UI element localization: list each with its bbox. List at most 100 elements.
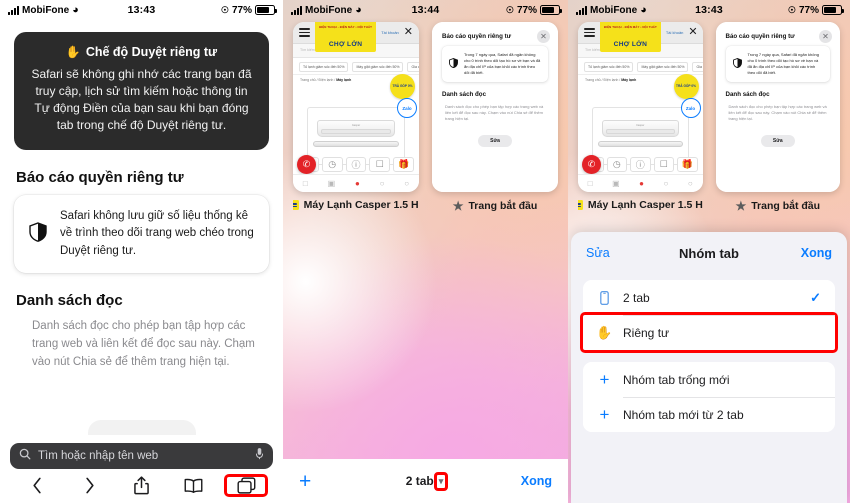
private-start-content: ✋ Chế độ Duyệt riêng tư Safari sẽ không …: [0, 32, 283, 371]
privacy-report-heading: Báo cáo quyền riêng tư: [725, 33, 795, 40]
nav-location-icon[interactable]: ●: [639, 179, 644, 188]
promo-chip[interactable]: Tủ lạnh giảm sốc đến 50%: [299, 62, 349, 72]
status-bar-panel1: MobiFone ◕ 13:43 ☉ 77%: [0, 0, 283, 20]
compare-icon[interactable]: ☐: [369, 157, 391, 172]
promo-chip-row: Tủ lạnh giảm sốc đến 50% Máy giặt giảm s…: [293, 58, 419, 75]
reading-list-heading: Danh sách đọc: [725, 91, 770, 98]
tab-title-row: Máy Lạnh Casper 1.5 H...: [578, 199, 703, 211]
list-item-new-group-from-tabs[interactable]: + Nhóm tab mới từ 2 tab: [583, 397, 835, 432]
list-item-2-tab[interactable]: 2 tab ✓: [583, 280, 835, 315]
nav-cart-icon[interactable]: ○: [380, 179, 385, 188]
account-label[interactable]: Tài khoản: [666, 30, 684, 35]
list-item-label: 2 tab: [623, 290, 650, 305]
nav-user-icon[interactable]: ○: [688, 179, 693, 188]
private-browsing-card: ✋ Chế độ Duyệt riêng tư Safari sẽ không …: [14, 32, 269, 151]
hamburger-menu-icon[interactable]: [584, 28, 595, 37]
tab-card-website[interactable]: ĐIỆN THOẠI - ĐIỆN MÁY • NỘI THẤT CHỢ LỚN…: [293, 22, 419, 192]
tab-card-website[interactable]: ĐIỆN THOẠI - ĐIỆN MÁY • NỘI THẤT CHỢ LỚN…: [578, 22, 703, 192]
tab-count-control[interactable]: 2 tab ▾: [283, 471, 568, 491]
promo-chip[interactable]: Máy giặt giảm sốc đến 50%: [637, 62, 689, 72]
list-item-private[interactable]: ✋ Riêng tư: [580, 312, 838, 353]
reading-list-heading: Danh sách đọc: [16, 291, 123, 309]
panel-tab-switcher: MobiFone ◕ 13:44 ☉ 77% ĐIỆN THOẠI - ĐIỆN…: [283, 0, 568, 503]
start-page-content: ✕ Báo cáo quyền riêng tư Trong 7 ngày qu…: [432, 22, 558, 192]
info-icon[interactable]: ⓘ: [630, 157, 651, 172]
tabs-icon[interactable]: [224, 474, 268, 497]
hand-raised-icon: ✋: [596, 324, 613, 340]
promo-chip[interactable]: Máy giặt giảm sốc đến 50%: [352, 62, 404, 72]
list-item-label: Riêng tư: [623, 325, 670, 340]
gift-icon[interactable]: 🎁: [393, 157, 414, 172]
tab-cell[interactable]: ✕ Báo cáo quyền riêng tư Trong 7 ngày qu…: [715, 22, 840, 213]
tab-title-row: Máy Lạnh Casper 1.5 H...: [293, 199, 419, 211]
nav-home-icon[interactable]: □: [303, 179, 308, 188]
nav-grid-icon[interactable]: ▣: [612, 179, 620, 188]
compare-icon[interactable]: ☐: [653, 157, 674, 172]
panel-tab-group-sheet: MobiFone ◕ 13:43 ☉ 77% ĐIỆN THOẠI - ĐIỆN…: [568, 0, 850, 503]
done-button[interactable]: Xong: [801, 246, 832, 260]
shield-half-icon: [29, 221, 47, 247]
star-icon: ★: [452, 199, 464, 213]
zalo-chat-icon[interactable]: Zalo: [680, 98, 701, 118]
promo-chip[interactable]: Tủ lạnh giảm sốc đến 50%: [584, 62, 634, 72]
call-hotline-icon[interactable]: ✆: [297, 155, 316, 174]
installment-badge[interactable]: TRẢ GÓP 0%: [390, 74, 415, 99]
checkmark-icon: ✓: [810, 289, 821, 305]
promo-chip[interactable]: Gia d: [407, 62, 419, 72]
tab-cell[interactable]: ✕ Báo cáo quyền riêng tư Trong 7 ngày qu…: [432, 22, 558, 213]
zalo-chat-icon[interactable]: Zalo: [397, 98, 417, 118]
tab-card-start-page[interactable]: ✕ Báo cáo quyền riêng tư Trong 7 ngày qu…: [715, 22, 840, 192]
tab-cell[interactable]: ĐIỆN THOẠI - ĐIỆN MÁY • NỘI THẤT CHỢ LỚN…: [578, 22, 703, 213]
iphone-icon: [597, 290, 612, 305]
cholon-logo-icon: ĐIỆN THOẠI - ĐIỆN MÁY • NỘI THẤT CHỢ LỚN: [600, 22, 661, 52]
microphone-icon[interactable]: [255, 447, 264, 465]
info-icon[interactable]: ⓘ: [345, 157, 367, 172]
nav-home-icon[interactable]: □: [588, 179, 593, 188]
shield-half-icon: [449, 55, 458, 73]
search-input[interactable]: Tìm hoặc nhập tên web: [10, 443, 273, 469]
close-x-icon[interactable]: ✕: [688, 27, 697, 38]
installment-badge[interactable]: TRẢ GÓP 0%: [673, 74, 699, 99]
share-icon[interactable]: [123, 476, 161, 495]
location-arrow-icon: ☉: [505, 4, 514, 15]
privacy-report-card: Safari không lưu giữ số liệu thống kê về…: [14, 195, 269, 273]
clock-icon[interactable]: ◷: [606, 157, 627, 172]
nav-grid-icon[interactable]: ▣: [328, 179, 336, 188]
location-arrow-icon: ☉: [787, 4, 796, 15]
browser-toolbar: [10, 469, 273, 497]
tab-grid: ĐIỆN THOẠI - ĐIỆN MÁY • NỘI THẤT CHỢ LỚN…: [283, 22, 568, 213]
cholon-logo-icon: [578, 200, 583, 210]
clock-icon[interactable]: ◷: [321, 157, 343, 172]
screenshot-root: MobiFone ◕ 13:43 ☉ 77% ✋ Chế độ Duyệt ri…: [0, 0, 850, 503]
logo-main: CHỢ LỚN: [328, 40, 363, 48]
edit-button[interactable]: Sửa: [478, 134, 512, 147]
tab-card-start-page[interactable]: ✕ Báo cáo quyền riêng tư Trong 7 ngày qu…: [432, 22, 558, 192]
hamburger-menu-icon[interactable]: [299, 28, 310, 37]
battery-percent-label: 77%: [231, 4, 252, 16]
product-brand-label: Casper: [351, 124, 361, 127]
close-x-icon[interactable]: ✕: [537, 30, 550, 43]
call-hotline-icon[interactable]: ✆: [582, 155, 601, 174]
search-icon: [19, 447, 31, 465]
close-x-icon[interactable]: ✕: [404, 27, 413, 38]
private-browsing-title: Chế độ Duyệt riêng tư: [85, 45, 218, 59]
tab-cell[interactable]: ĐIỆN THOẠI - ĐIỆN MÁY • NỘI THẤT CHỢ LỚN…: [293, 22, 419, 213]
gift-icon[interactable]: 🎁: [677, 157, 698, 172]
star-icon: ★: [735, 199, 747, 213]
chevron-down-icon[interactable]: ▾: [433, 471, 449, 491]
tab-title-row: ★ Trang bắt đầu: [432, 199, 558, 213]
promo-chip[interactable]: Gia d: [692, 62, 703, 72]
nav-location-icon[interactable]: ●: [355, 179, 360, 188]
bookmarks-book-icon[interactable]: [175, 478, 213, 493]
back-chevron-icon[interactable]: [18, 477, 56, 494]
account-label[interactable]: Tài khoản: [381, 30, 399, 35]
edit-button[interactable]: Sửa: [760, 134, 795, 147]
nav-user-icon[interactable]: ○: [404, 179, 409, 188]
nav-cart-icon[interactable]: ○: [664, 179, 669, 188]
privacy-report-body: Trong 7 ngày qua, Safari đã ngăn không c…: [464, 52, 541, 75]
list-item-label: Nhóm tab trống mới: [623, 372, 730, 387]
close-x-icon[interactable]: ✕: [819, 30, 832, 43]
private-browsing-title-row: ✋ Chế độ Duyệt riêng tư: [28, 45, 255, 59]
forward-chevron-icon[interactable]: [70, 477, 108, 494]
list-item-new-empty-group[interactable]: + Nhóm tab trống mới: [583, 362, 835, 397]
